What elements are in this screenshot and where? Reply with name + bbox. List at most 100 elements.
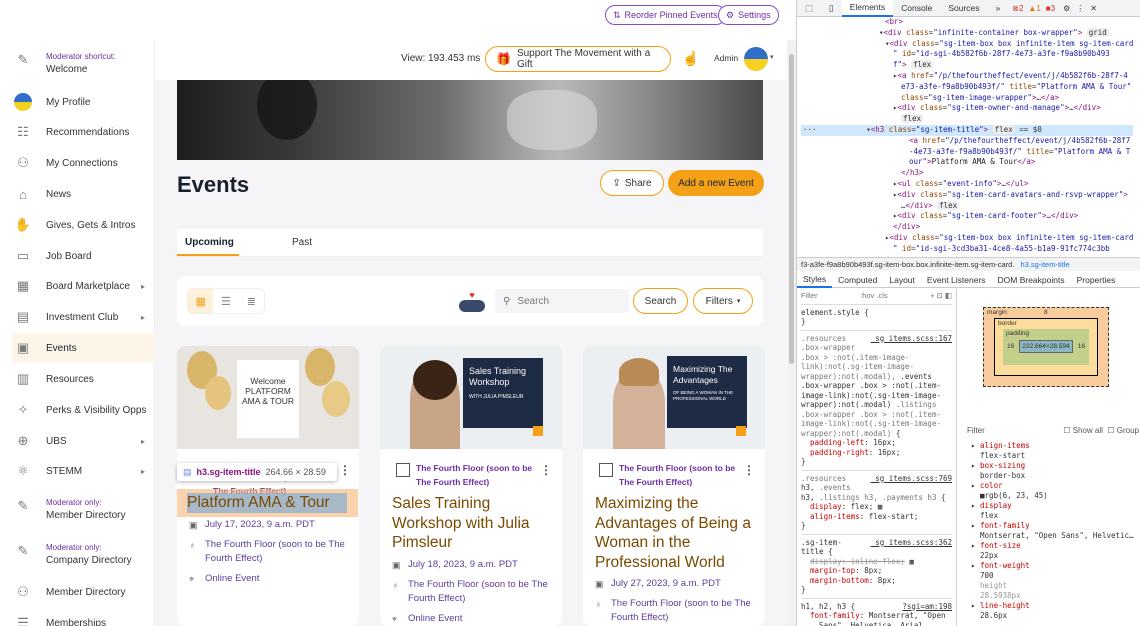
search-input[interactable]: ⚲ Search (495, 289, 629, 313)
styles-filter-input[interactable]: Filter (801, 291, 818, 301)
tab-layout[interactable]: Layout (883, 275, 921, 285)
sidebar-item-connections[interactable]: ⚇ My Connections (12, 148, 155, 178)
more-menu-icon[interactable]: ⋮ (540, 463, 552, 477)
calendar-icon: ▣ (16, 340, 30, 355)
atom-icon: ⚛ (17, 463, 29, 478)
tab-dom-breakpoints[interactable]: DOM Breakpoints (992, 275, 1071, 285)
view-toggle: ▦ ☰ ≣ (187, 288, 265, 314)
event-owner[interactable]: The Fourth Floor (soon to be The Fourth … (396, 461, 546, 489)
share-button[interactable]: ⇪ Share (600, 170, 664, 196)
scrollbar-thumb[interactable] (789, 54, 794, 364)
event-card-image: Maximizing The Advantages OF BEING A WOM… (583, 346, 765, 449)
marketplace-icon: ▦ (16, 278, 30, 293)
avatar[interactable] (744, 47, 768, 71)
compose-icon: ✎ (17, 543, 29, 558)
org-logo-icon (599, 463, 613, 477)
page-scrollbar[interactable] (787, 40, 796, 626)
compact-view-icon[interactable]: ≣ (239, 289, 264, 313)
microphone-icon: ♁ (595, 599, 602, 609)
event-tabs: Upcoming Past (177, 229, 763, 257)
microphone-icon: ♁ (189, 540, 196, 550)
more-tabs-icon[interactable]: » (988, 3, 1009, 13)
location-pin-icon: ⌖ (392, 614, 398, 624)
event-title[interactable]: Sales Training Workshop with Julia Pimsl… (392, 494, 552, 553)
connections-icon: ⚇ (17, 155, 29, 170)
box-model-diagram: margin 8 border padding 16 232.664×28.59… (983, 307, 1109, 387)
event-info: ▣ July 27, 2023, 9 a.m. PDT ♁ The Fourth F… (595, 578, 751, 623)
tab-elements[interactable]: Elements (841, 0, 894, 17)
sidebar-item-board[interactable]: ▦ Board Marketplace ▸ (12, 271, 155, 301)
sidebar-item-member-directory[interactable]: ⚇ Member Directory (12, 577, 155, 607)
membership-icon: ☰ (17, 615, 29, 626)
tab-sources[interactable]: Sources (940, 3, 987, 13)
more-menu-icon[interactable]: ⋮ (743, 463, 755, 477)
more-menu-icon[interactable]: ⋮ (339, 463, 351, 477)
tab-computed[interactable]: Computed (832, 275, 883, 285)
top-bar: ⇅ Reorder Pinned Events ⚙ Settings (0, 0, 796, 40)
compose-icon: ✎ (17, 52, 29, 67)
page-header: View: 193.453 ms 🎁 Support The Movement w… (155, 40, 787, 80)
grid-view-icon[interactable]: ▦ (188, 289, 214, 313)
sidebar-item-jobs[interactable]: ▭ Job Board (12, 241, 155, 271)
tab-styles[interactable]: Styles (797, 272, 833, 288)
hand-icon[interactable]: ☝ (682, 50, 699, 67)
checkbox[interactable]: ☐ (1107, 426, 1114, 435)
sidebar-item-memberships[interactable]: ☰ Memberships (12, 608, 155, 626)
chevron-down-icon[interactable]: ▾ (770, 53, 774, 61)
page-title: Events (177, 172, 250, 197)
sidebar-item-resources[interactable]: ▥ Resources (12, 364, 155, 394)
checkbox[interactable]: ☐ (1063, 426, 1070, 435)
admin-label: Admin (714, 53, 739, 63)
error-count[interactable]: ⊗2 (1012, 4, 1023, 13)
filters-button[interactable]: Filters ▾ (693, 288, 753, 314)
sidebar-item-events[interactable]: ▣ Events (12, 333, 155, 363)
sidebar-item-profile[interactable]: My Profile (12, 87, 155, 117)
support-gift-button[interactable]: 🎁 Support The Movement with a Gift (485, 46, 671, 72)
search-button[interactable]: Search (633, 288, 688, 314)
event-title[interactable]: Platform AMA & Tour (187, 493, 347, 513)
calendar-icon: ▣ (189, 520, 198, 530)
sidebar-mod-company-directory[interactable]: ✎ Moderator only: Company Directory (12, 543, 155, 566)
reorder-pinned-button[interactable]: ⇅ Reorder Pinned Events (605, 5, 726, 25)
device-icon[interactable]: ▯ (821, 3, 842, 14)
resources-icon: ▥ (16, 371, 30, 386)
warning-count[interactable]: ▲1 (1028, 4, 1040, 13)
computed-filter-input[interactable]: Filter (967, 426, 985, 435)
inspector-highlight: Platform AMA & Tour (177, 489, 358, 517)
sidebar-item-perks[interactable]: ✧ Perks & Visibility Opps (12, 395, 155, 425)
chevron-right-icon: ▸ (140, 466, 145, 476)
sidebar-mod-member-directory[interactable]: ✎ Moderator only: Member Directory (12, 498, 155, 521)
info-count[interactable]: ■3 (1046, 4, 1055, 13)
sidebar-mod-welcome[interactable]: ✎ Moderator shortcut: Welcome (12, 52, 155, 75)
add-icon[interactable]: + ⊡ ◧ (930, 291, 952, 301)
list-view-icon[interactable]: ☰ (213, 289, 238, 313)
settings-button[interactable]: ⚙ Settings (718, 5, 779, 25)
tab-properties[interactable]: Properties (1071, 275, 1122, 285)
dom-tree[interactable]: <br> ▾<div class="infinite-container box… (797, 17, 1133, 255)
inspect-icon[interactable]: ⬚ (797, 3, 821, 14)
event-title[interactable]: Maximizing the Advantages of Being a Wom… (595, 494, 755, 572)
events-banner-image (177, 80, 763, 160)
sidebar-item-gives[interactable]: ✋ Gives, Gets & Intros (12, 210, 155, 240)
sidebar-item-recommendations[interactable]: ☷ Recommendations (12, 117, 155, 147)
tab-event-listeners[interactable]: Event Listeners (921, 275, 992, 285)
add-event-button[interactable]: Add a new Event (668, 170, 764, 196)
close-icon[interactable]: ✕ (1090, 4, 1097, 13)
chevron-right-icon: ▸ (140, 281, 145, 291)
tab-upcoming[interactable]: Upcoming (185, 237, 234, 248)
tab-past[interactable]: Past (292, 237, 312, 248)
sidebar-item-ubs[interactable]: ⊕ UBS ▸ (12, 426, 155, 456)
favorites-toggle-icon[interactable]: ♥ (459, 290, 485, 312)
sidebar-item-news[interactable]: ⌂ News (12, 179, 155, 209)
event-card[interactable]: Maximizing The Advantages OF BEING A WOM… (583, 346, 765, 626)
inspector-tooltip: ▤ h3.sg-item-title 264.66 × 28.59 (177, 463, 337, 481)
web-page: ⇅ Reorder Pinned Events ⚙ Settings ✎ Modera… (0, 0, 796, 626)
styles-pane[interactable]: Filter :hov .cls + ⊡ ◧ element.style {} … (797, 289, 957, 626)
sidebar-item-investment[interactable]: ▤ Investment Club ▸ (12, 302, 155, 332)
sidebar-item-stemm[interactable]: ⚛ STEMM ▸ (12, 456, 155, 486)
event-owner[interactable]: The Fourth Floor (soon to be The Fourth … (599, 461, 749, 489)
gear-icon[interactable]: ⚙ (1063, 4, 1070, 13)
tab-console[interactable]: Console (893, 3, 940, 13)
event-card[interactable]: Sales Training Workshop WITH JULIA PIMSL… (380, 346, 562, 626)
kebab-menu-icon[interactable]: ⋮ (1076, 4, 1084, 13)
